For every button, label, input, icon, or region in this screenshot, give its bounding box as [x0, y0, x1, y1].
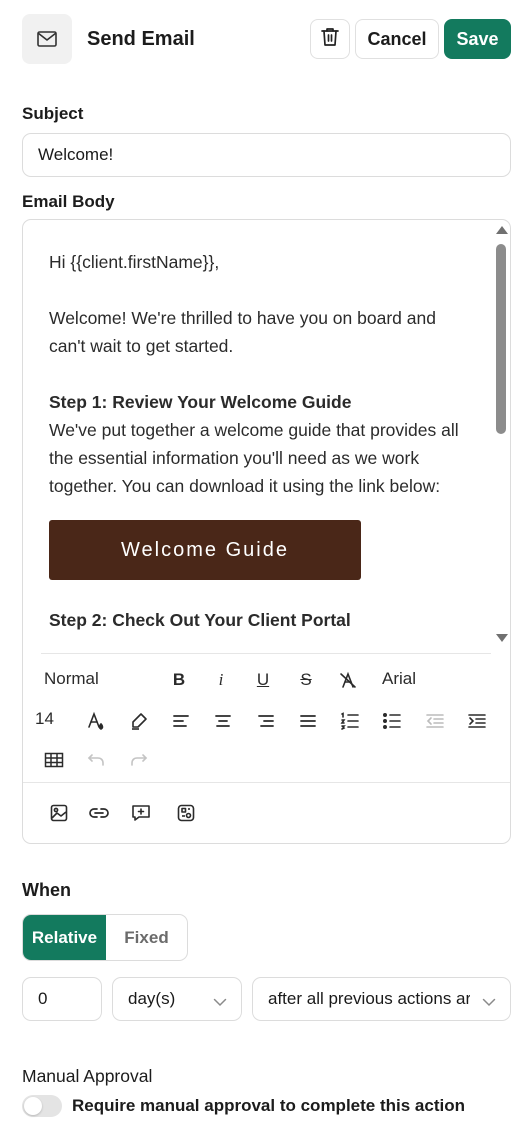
step1-text: We've put together a welcome guide that …: [49, 420, 459, 496]
trigger-relation-value: after all previous actions are completed: [268, 989, 470, 1008]
indent-icon[interactable]: [465, 709, 489, 733]
manual-approval-toggle-label: Require manual approval to complete this…: [72, 1096, 465, 1115]
manual-approval-toggle[interactable]: [22, 1095, 62, 1117]
align-left-icon[interactable]: [169, 709, 193, 733]
chevron-down-icon: [213, 992, 227, 1012]
align-right-icon[interactable]: [254, 709, 278, 733]
mail-icon: [22, 14, 72, 64]
clear-format-icon[interactable]: [336, 668, 360, 692]
delay-amount-value: 0: [38, 989, 48, 1008]
scroll-down-arrow-icon[interactable]: [496, 634, 508, 642]
email-body-editor: Hi {{client.firstName}}, Welcome! We're …: [22, 219, 511, 844]
undo-icon[interactable]: [84, 748, 108, 772]
save-button[interactable]: Save: [444, 19, 511, 59]
align-center-icon[interactable]: [211, 709, 235, 733]
font-family-select[interactable]: Arial: [382, 666, 416, 692]
highlight-icon[interactable]: [127, 709, 151, 733]
page-title: Send Email: [87, 28, 195, 50]
font-size-select[interactable]: 14: [35, 706, 54, 732]
redo-icon[interactable]: [127, 748, 151, 772]
link-icon[interactable]: [87, 801, 111, 825]
relative-mode-button[interactable]: Relative: [23, 915, 106, 960]
welcome-guide-button[interactable]: Welcome Guide: [49, 520, 361, 580]
when-mode-toggle: Relative Fixed: [22, 914, 188, 961]
outdent-icon[interactable]: [423, 709, 447, 733]
chevron-down-icon: [482, 992, 496, 1012]
email-body-content: Hi {{client.firstName}}, Welcome! We're …: [49, 248, 469, 634]
paragraph-style-select[interactable]: Normal: [44, 666, 99, 692]
delay-amount-input[interactable]: 0: [22, 977, 102, 1021]
subject-input[interactable]: Welcome!: [22, 133, 511, 177]
strikethrough-icon[interactable]: S: [294, 668, 318, 692]
editor-scrollbar[interactable]: [493, 220, 510, 652]
bold-icon[interactable]: B: [167, 668, 191, 692]
subject-value: Welcome!: [38, 145, 114, 164]
bullet-list-icon[interactable]: [380, 709, 404, 733]
image-icon[interactable]: [47, 801, 71, 825]
underline-icon[interactable]: U: [251, 668, 275, 692]
variable-icon[interactable]: [174, 801, 198, 825]
italic-icon[interactable]: i: [209, 668, 233, 692]
table-icon[interactable]: [42, 748, 66, 772]
add-comment-icon[interactable]: [129, 801, 153, 825]
intro-text: Welcome! We're thrilled to have you on b…: [49, 308, 436, 356]
text-color-icon[interactable]: [84, 709, 108, 733]
trash-icon: [321, 27, 339, 52]
delete-button[interactable]: [310, 19, 350, 59]
trigger-relation-select[interactable]: after all previous actions are completed: [252, 977, 511, 1021]
subject-label: Subject: [22, 104, 84, 123]
greeting-text: Hi {{client.firstName}},: [49, 252, 220, 272]
email-body-label: Email Body: [22, 192, 115, 211]
delay-unit-value: day(s): [128, 989, 176, 1008]
scrollbar-thumb[interactable]: [496, 244, 506, 434]
cancel-button[interactable]: Cancel: [355, 19, 439, 59]
step1-title: Step 1: Review Your Welcome Guide: [49, 392, 352, 412]
ordered-list-icon[interactable]: [338, 709, 362, 733]
toggle-knob: [24, 1097, 42, 1115]
when-label: When: [22, 880, 71, 900]
step2-title: Step 2: Check Out Your Client Portal: [49, 610, 351, 630]
email-body-content-area[interactable]: Hi {{client.firstName}}, Welcome! We're …: [23, 220, 510, 652]
scroll-up-arrow-icon[interactable]: [496, 226, 508, 234]
manual-approval-label: Manual Approval: [22, 1066, 153, 1086]
align-justify-icon[interactable]: [296, 709, 320, 733]
fixed-mode-button[interactable]: Fixed: [106, 915, 187, 960]
delay-unit-select[interactable]: day(s): [112, 977, 242, 1021]
header: Send Email Cancel Save: [0, 0, 531, 80]
